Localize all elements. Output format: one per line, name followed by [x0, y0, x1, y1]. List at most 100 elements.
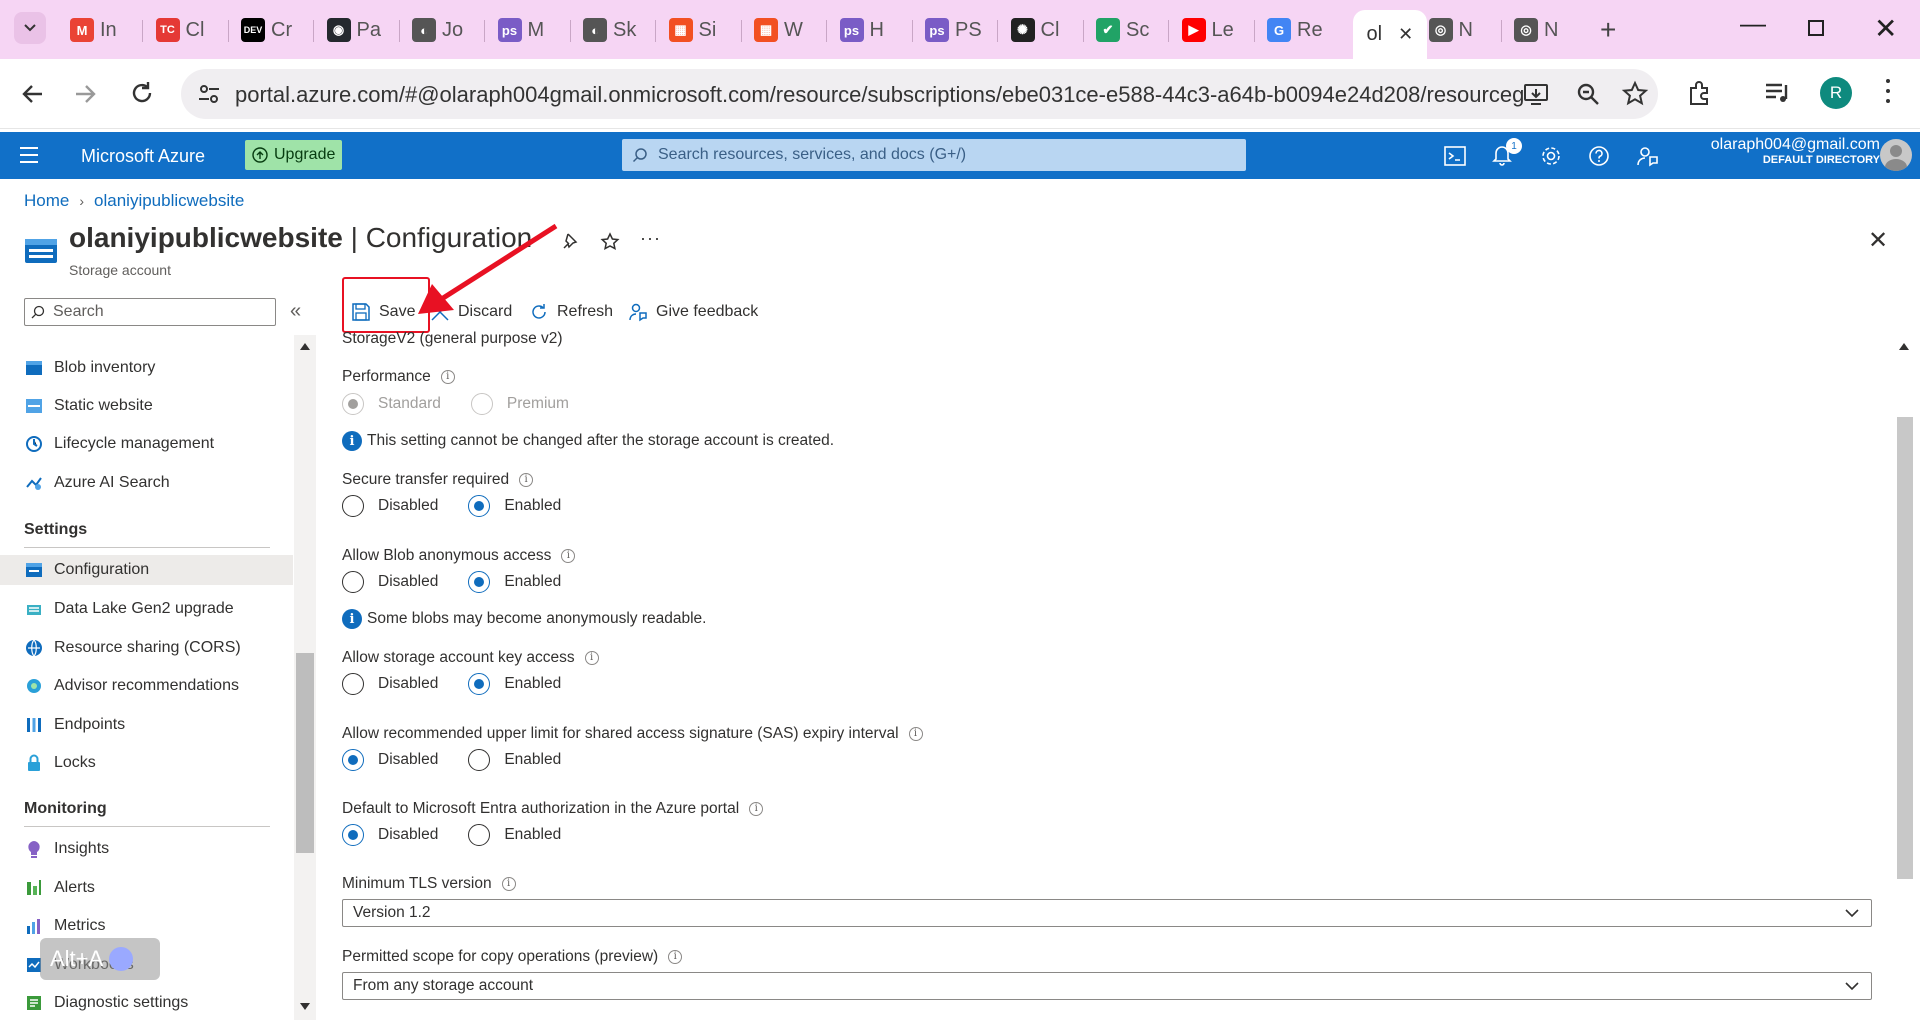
info-icon[interactable]: i [584, 651, 599, 665]
info-icon[interactable]: i [440, 370, 455, 384]
browser-tab[interactable]: ps H [839, 10, 910, 50]
breadcrumb-home[interactable]: Home [24, 191, 69, 211]
sidebar-item-azure-ai-search[interactable]: Azure AI Search [24, 468, 170, 498]
close-blade-button[interactable]: ✕ [1868, 226, 1888, 255]
breadcrumb-resource[interactable]: olaniyipublicwebsite [94, 191, 244, 211]
browser-tab[interactable]: ✺ Cl [1010, 10, 1081, 50]
account-menu[interactable]: olaraph004@gmail.com DEFAULT DIRECTORY [1680, 136, 1880, 166]
install-app-icon[interactable] [1523, 81, 1549, 107]
sidebar-item-resource-sharing-cors[interactable]: Resource sharing (CORS) [24, 633, 241, 663]
sidebar-scrollbar[interactable] [294, 335, 316, 1020]
sidebar-item-alerts[interactable]: Alerts [24, 873, 95, 903]
site-settings-icon[interactable] [197, 83, 221, 105]
entra-default-enabled-radio[interactable] [468, 824, 491, 846]
browser-tab[interactable]: ▶ Le [1181, 10, 1252, 50]
sidebar-item-metrics[interactable]: Metrics [24, 911, 106, 941]
sidebar-item-endpoints[interactable]: Endpoints [24, 710, 125, 740]
azure-brand[interactable]: Microsoft Azure [81, 146, 205, 167]
scroll-up-arrow[interactable] [300, 343, 310, 350]
collapse-sidebar-icon[interactable]: « [290, 300, 301, 323]
browser-tab[interactable]: ✔ Sc [1096, 10, 1166, 50]
minimize-button[interactable]: — [1740, 8, 1766, 39]
zoom-icon[interactable] [1575, 81, 1601, 107]
pin-icon[interactable] [562, 232, 580, 252]
give-feedback-button[interactable]: Give feedback [628, 297, 758, 327]
browser-tab[interactable]: TC Cl [155, 10, 226, 50]
sidebar-item-lifecycle-management[interactable]: Lifecycle management [24, 429, 214, 459]
feedback-icon[interactable] [1636, 145, 1658, 167]
help-icon[interactable] [1588, 145, 1610, 167]
browser-tab[interactable]: ▦ Si [668, 10, 739, 50]
info-icon[interactable]: i [519, 473, 534, 487]
close-window-button[interactable]: ✕ [1874, 12, 1897, 45]
reload-icon[interactable] [128, 79, 156, 107]
browser-tab[interactable]: DEV Cr [241, 10, 311, 50]
browser-tab[interactable]: ◉ Pa [326, 10, 397, 50]
info-icon[interactable]: i [908, 727, 923, 741]
browser-tab[interactable]: ◐ Jo [412, 10, 482, 50]
media-control-icon[interactable] [1764, 81, 1792, 105]
bookmark-star-icon[interactable] [1621, 80, 1649, 108]
browser-tab[interactable]: ps PS [925, 10, 995, 50]
sidebar-item-blob-inventory[interactable]: Blob inventory [24, 353, 155, 383]
browser-tab[interactable]: ps M [497, 10, 568, 50]
favorite-star-icon[interactable] [600, 232, 620, 252]
portal-menu-icon[interactable] [20, 147, 38, 163]
new-tab-button[interactable]: + [1600, 14, 1616, 46]
secure-transfer-disabled-radio[interactable] [342, 495, 364, 517]
scroll-thumb[interactable] [296, 653, 314, 853]
entra-default-disabled-radio[interactable] [342, 824, 364, 846]
global-search-input[interactable]: Search resources, services, and docs (G+… [622, 139, 1246, 171]
sidebar-item-locks[interactable]: Locks [24, 748, 96, 778]
key-access-enabled-radio[interactable] [468, 673, 491, 695]
scroll-up-arrow[interactable] [1899, 343, 1909, 350]
restore-button[interactable] [1808, 20, 1824, 36]
sas-limit-enabled-radio[interactable] [468, 749, 491, 771]
sidebar-search-input[interactable]: Search [24, 298, 276, 326]
sidebar-item-static-website[interactable]: Static website [24, 391, 153, 421]
scroll-down-arrow[interactable] [300, 1003, 310, 1010]
info-icon[interactable]: i [501, 877, 516, 891]
sidebar-item-diagnostic-settings[interactable]: Diagnostic settings [24, 988, 188, 1018]
user-avatar[interactable] [1880, 139, 1912, 171]
tls-version-select[interactable]: Version 1.2 [342, 899, 1872, 927]
info-icon[interactable]: i [668, 950, 683, 964]
secure-transfer-enabled-radio[interactable] [468, 495, 491, 517]
sidebar-item-data-lake-gen2-upgrade[interactable]: Data Lake Gen2 upgrade [24, 594, 234, 624]
cloud-shell-icon[interactable] [1444, 146, 1466, 166]
back-icon[interactable] [20, 81, 46, 107]
browser-tab[interactable]: ol ✕ [1352, 10, 1427, 59]
browser-tab[interactable]: ◐ Sk [583, 10, 653, 50]
url-text[interactable]: portal.azure.com/#@olaraph004gmail.onmic… [235, 82, 1525, 108]
notifications-button[interactable]: 1 [1492, 138, 1522, 168]
more-options-icon[interactable]: ··· [640, 228, 661, 249]
forward-icon[interactable] [72, 81, 98, 107]
close-tab-icon[interactable]: ✕ [1398, 24, 1413, 45]
blob-anonymous-enabled-radio[interactable] [468, 571, 491, 593]
performance-standard-radio[interactable] [342, 393, 364, 415]
copy-scope-select[interactable]: From any storage account [342, 972, 1872, 1000]
scroll-thumb[interactable] [1897, 417, 1913, 879]
browser-tab[interactable]: ▦ W [754, 10, 824, 50]
sidebar-item-insights[interactable]: Insights [24, 834, 109, 864]
key-access-disabled-radio[interactable] [342, 673, 364, 695]
browser-tab[interactable]: M In [70, 10, 140, 50]
tab-search-button[interactable] [14, 12, 46, 44]
sidebar-item-advisor-recommendations[interactable]: Advisor recommendations [24, 671, 239, 701]
performance-premium-radio[interactable] [470, 393, 493, 415]
extensions-icon[interactable] [1686, 79, 1714, 107]
info-icon[interactable]: i [561, 549, 576, 563]
sas-limit-disabled-radio[interactable] [342, 749, 364, 771]
sidebar-item-configuration[interactable]: Configuration [0, 555, 293, 585]
browser-menu-icon[interactable] [1886, 79, 1890, 103]
address-bar[interactable]: portal.azure.com/#@olaraph004gmail.onmic… [181, 69, 1658, 119]
blob-anonymous-disabled-radio[interactable] [342, 571, 364, 593]
upgrade-button[interactable]: Upgrade [245, 140, 343, 170]
browser-tab[interactable]: G Re [1267, 10, 1337, 50]
content-scrollbar[interactable] [1893, 335, 1915, 1020]
info-icon[interactable]: i [749, 802, 764, 816]
browser-tab[interactable]: ◎ N [1514, 10, 1584, 50]
profile-avatar[interactable]: R [1820, 77, 1852, 109]
settings-gear-icon[interactable] [1540, 145, 1562, 167]
browser-tab[interactable]: ◎ N [1428, 10, 1499, 50]
